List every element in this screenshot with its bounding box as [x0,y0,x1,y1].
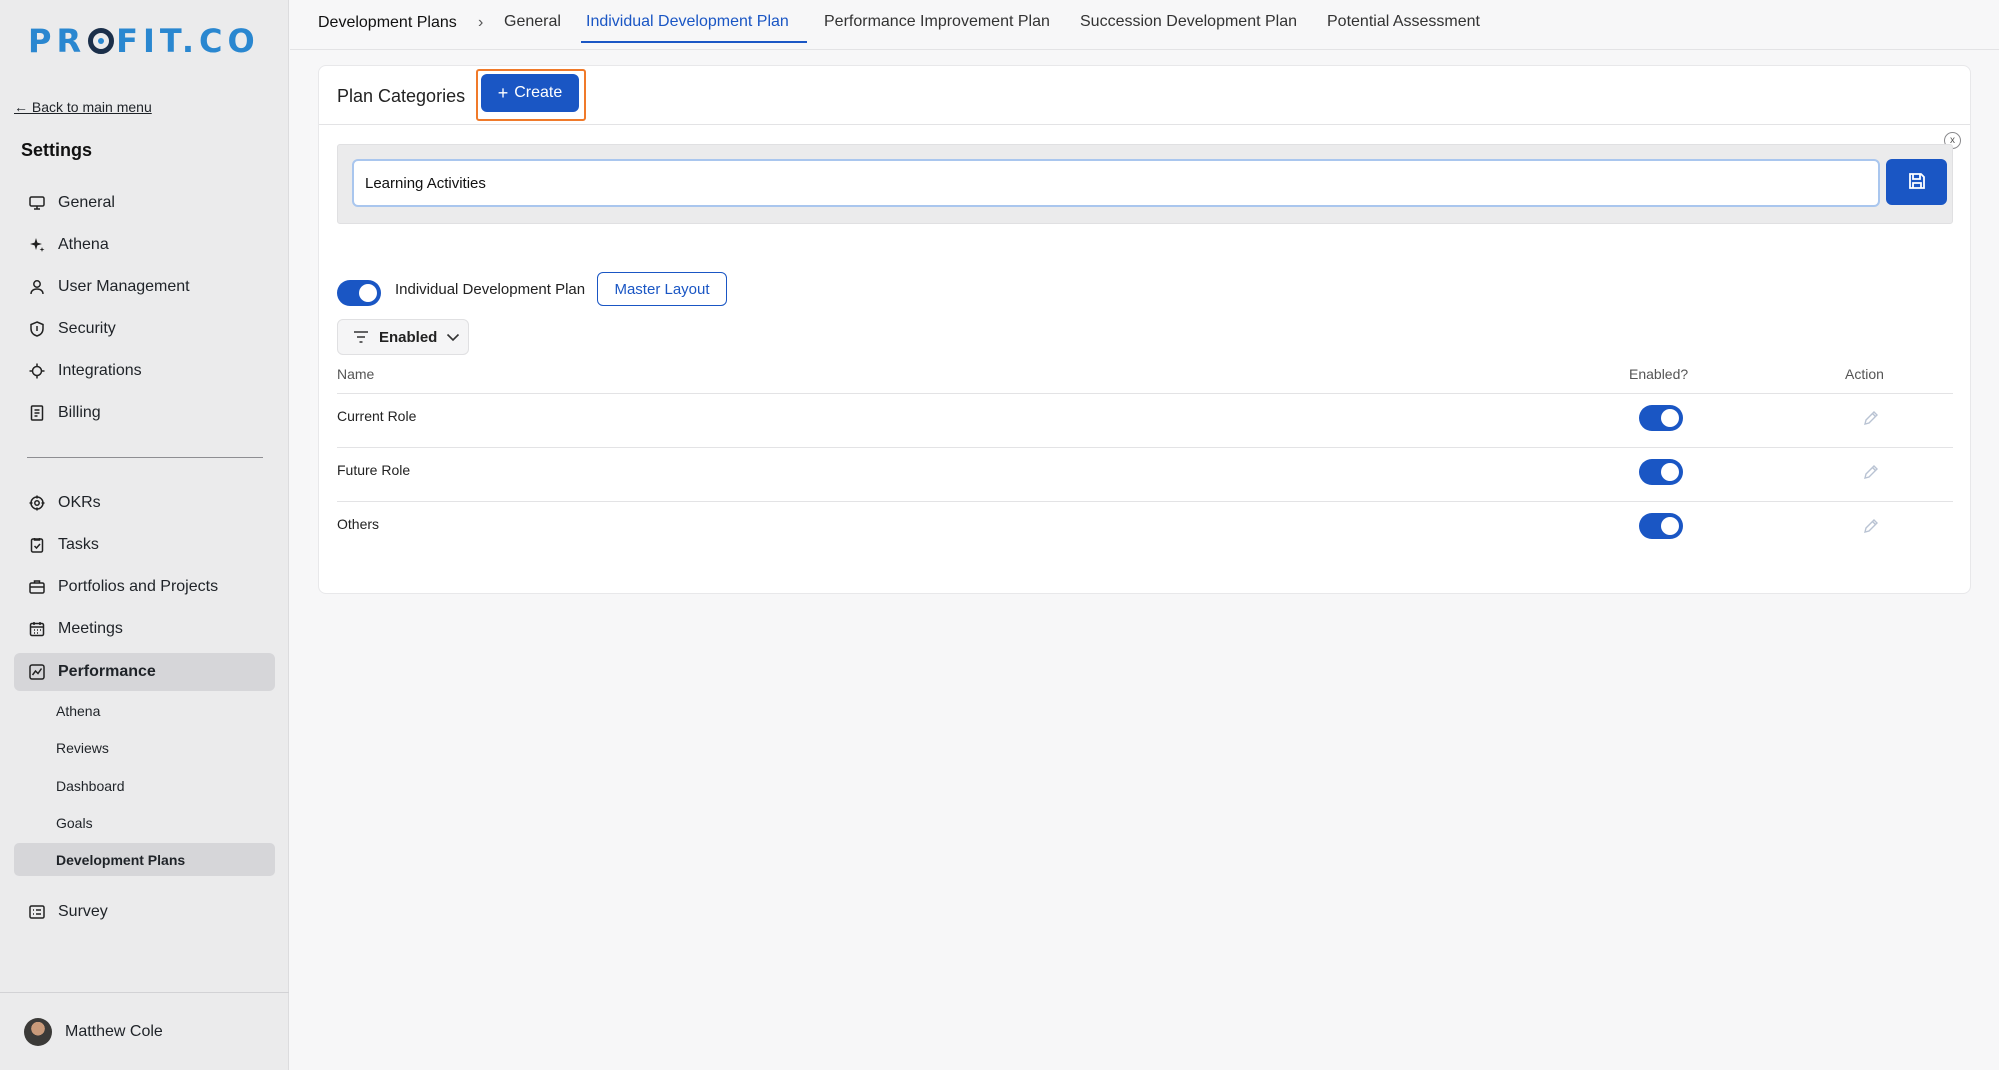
row-enabled-toggle[interactable] [1639,513,1683,539]
tab-general[interactable]: General [504,13,561,31]
enabled-filter-dropdown[interactable]: Enabled [337,319,469,355]
sidebar-item-okrs[interactable]: OKRs [14,484,275,522]
tab-succession-development-plan[interactable]: Succession Development Plan [1080,13,1297,31]
sidebar-item-label: Integrations [58,362,142,379]
sidebar-item-meetings[interactable]: Meetings [14,610,275,648]
briefcase-icon [28,578,46,596]
edit-icon[interactable] [1861,462,1881,482]
tab-individual-development-plan[interactable]: Individual Development Plan [586,13,789,31]
column-header-name: Name [337,366,375,382]
sidebar-item-label: Security [58,320,116,337]
puzzle-icon [28,362,46,380]
master-layout-button[interactable]: Master Layout [597,272,727,306]
sidebar-item-label: User Management [58,278,190,295]
back-to-main-menu-link[interactable]: ← Back to main menu [14,99,152,115]
breadcrumb[interactable]: Development Plans [318,14,457,32]
sidebar-subitem-reviews[interactable]: Reviews [14,731,275,764]
breadcrumb-separator: › [478,14,484,31]
sidebar-subitem-dashboard[interactable]: Dashboard [14,769,275,802]
row-name: Future Role [337,462,411,478]
sidebar-item-label: Tasks [58,536,99,553]
create-highlight: + Create [476,69,586,121]
user-profile[interactable]: Matthew Cole [0,992,289,1070]
monitor-icon [28,194,46,212]
target-icon [28,494,46,512]
create-button-label: Create [514,84,563,101]
sidebar-item-label: Portfolios and Projects [58,578,219,595]
calendar-icon [28,620,46,638]
table-header-divider [337,393,1953,394]
user-icon [28,278,46,296]
shield-icon [28,320,46,338]
plan-categories-card: Plan Categories + Create x Individual De… [318,65,1971,594]
sidebar-item-survey[interactable]: Survey [14,893,275,931]
list-icon [28,903,46,921]
sidebar-divider [27,457,263,458]
sidebar-subitem-goals[interactable]: Goals [14,806,275,839]
sidebar-item-label: General [58,194,115,211]
category-name-input[interactable] [352,159,1880,207]
sidebar-item-label: Performance [58,663,156,680]
plan-categories-title: Plan Categories [337,86,466,106]
profit-co-logo: PR FIT.CO [28,22,260,60]
idp-toggle-label: Individual Development Plan [395,281,586,298]
card-header-divider [319,124,1970,125]
chart-line-icon [28,663,46,681]
sidebar-item-athena[interactable]: Athena [14,226,275,264]
sidebar-item-user-management[interactable]: User Management [14,268,275,306]
plus-icon: + [497,82,509,103]
avatar [24,1017,52,1046]
sidebar: PR FIT.CO ← Back to main menu Settings G… [0,0,289,1070]
save-icon [1907,171,1927,194]
sidebar-subitem-athena[interactable]: Athena [14,694,275,727]
sidebar-subitem-development-plans[interactable]: Development Plans [14,843,275,876]
sparkle-icon [28,236,46,254]
logo-text-left: PR [28,22,87,60]
sidebar-item-label: Survey [58,903,108,920]
active-tab-indicator [581,41,807,43]
sidebar-item-label: Meetings [58,620,123,637]
edit-icon[interactable] [1861,408,1881,428]
tab-potential-assessment[interactable]: Potential Assessment [1327,13,1480,31]
sidebar-item-security[interactable]: Security [14,310,275,348]
settings-title: Settings [21,140,93,160]
row-enabled-toggle[interactable] [1639,459,1683,485]
row-divider [337,447,1953,448]
create-button[interactable]: + Create [481,74,579,112]
top-tab-bar: Development Plans › General Individual D… [290,0,1999,50]
clipboard-check-icon [28,536,46,554]
idp-toggle[interactable] [337,280,381,306]
chevron-down-icon [446,333,460,342]
edit-icon[interactable] [1861,516,1881,536]
sidebar-item-portfolios[interactable]: Portfolios and Projects [14,568,275,606]
receipt-icon [28,404,46,422]
sidebar-item-integrations[interactable]: Integrations [14,352,275,390]
sidebar-item-label: Athena [58,236,109,253]
column-header-action: Action [1845,366,1884,382]
row-enabled-toggle[interactable] [1639,405,1683,431]
row-name: Others [337,516,380,532]
column-header-enabled: Enabled? [1629,366,1689,382]
filter-icon [353,330,369,344]
sidebar-item-billing[interactable]: Billing [14,394,275,432]
sidebar-item-general[interactable]: General [14,184,275,222]
user-name: Matthew Cole [65,1022,163,1040]
sidebar-item-label: OKRs [58,494,101,511]
logo-text-right: FIT.CO [116,22,260,60]
filter-label: Enabled [379,328,438,346]
sidebar-item-label: Billing [58,404,101,421]
tab-performance-improvement-plan[interactable]: Performance Improvement Plan [824,13,1050,31]
sidebar-item-tasks[interactable]: Tasks [14,526,275,564]
row-divider [337,501,1953,502]
row-name: Current Role [337,408,417,424]
save-button[interactable] [1886,159,1947,205]
new-category-panel [337,144,1953,224]
logo-target-icon [88,28,115,54]
sidebar-item-performance[interactable]: Performance [14,653,275,691]
